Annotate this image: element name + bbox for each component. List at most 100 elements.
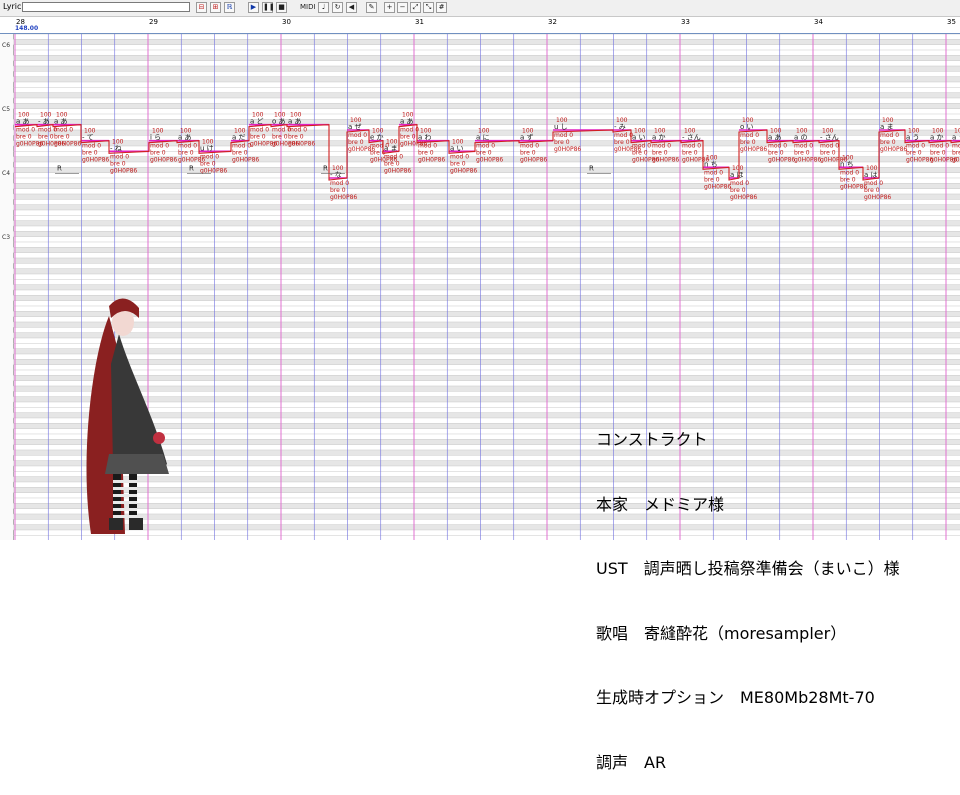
note-param: mod 0 (768, 143, 787, 150)
note-param: bre 0 (476, 150, 492, 157)
note-lyric: a に (476, 134, 490, 142)
credit-ust: UST 調声晒し投稿祭準備会（まいこ）様 (596, 559, 900, 578)
note-param: g0H0P86 (110, 167, 137, 174)
note-velocity: 100 (402, 112, 414, 119)
note-lyric: - み (614, 123, 626, 131)
note: a う100 mod 0bre 0g0H0P86 (951, 128, 960, 164)
midi-label: MIDI (300, 3, 316, 11)
note-param: g0H0P86 (418, 157, 445, 164)
character-stripe (113, 508, 137, 511)
note-param: bre 0 (880, 139, 896, 146)
zoom-out-icon[interactable]: − (397, 2, 408, 13)
note-lyric: a ま (384, 144, 398, 152)
note-param: mod 0 (614, 132, 633, 139)
loop-icon[interactable]: ↻ (332, 2, 343, 13)
note-velocity: 100 (420, 128, 432, 135)
note-lyric: a ど (250, 118, 264, 126)
note-param: g0H0P86 (864, 194, 891, 201)
note-velocity: 100 (290, 112, 302, 119)
note-velocity: 100 (350, 117, 362, 124)
note-param: g0H0P86 (232, 157, 259, 164)
black-key-row (13, 55, 960, 61)
note-param: bre 0 (200, 160, 216, 167)
split-note-icon[interactable]: ⊞ (210, 2, 221, 13)
note-param: g0H0P86 (880, 146, 907, 153)
note-param: bre 0 (652, 150, 668, 157)
octave-label: C3 (2, 233, 11, 241)
zoom-fit-icon[interactable]: ⤢ (410, 2, 421, 13)
stop-icon[interactable]: ■ (276, 2, 287, 13)
note-param: bre 0 (840, 176, 856, 183)
note-param: bre 0 (520, 150, 536, 157)
credit-options: 生成時オプション ME80Mb28Mt-70 (596, 688, 875, 707)
note-param: mod 0 (840, 169, 859, 176)
note-param: bre 0 (768, 150, 784, 157)
note-velocity: 100 (616, 117, 628, 124)
note-param: mod 0 (384, 153, 403, 160)
note-param: g0H0P86 (652, 157, 679, 164)
black-key-row (13, 103, 960, 109)
note-param: bre 0 (952, 150, 960, 157)
note-param: bre 0 (450, 160, 466, 167)
note-lyric: n ち (840, 160, 854, 168)
note-lyric: - て (82, 134, 94, 142)
note-velocity: 100 (152, 128, 164, 135)
lyric-edit-icon[interactable]: ℝ (224, 2, 235, 13)
character-boot-left (109, 518, 123, 530)
black-key-row (13, 332, 960, 338)
pause-icon[interactable]: ❚❚ (262, 2, 275, 13)
note-velocity: 100 (522, 128, 534, 135)
piano-keyboard[interactable]: C6 C5 C4 C3 (0, 34, 14, 540)
note-param: g0H0P86 (82, 157, 109, 164)
metronome-icon[interactable]: ♩ (318, 2, 329, 13)
character-stripe (113, 480, 137, 483)
note-param: g0H0P86 (704, 183, 731, 190)
measure-ruler[interactable]: 28 29 30 31 32 33 34 35 148.00 (0, 17, 960, 34)
rest-note: R (589, 165, 594, 173)
note-param: bre 0 (178, 150, 194, 157)
toolbar: Lyric ⊟ ⊞ ℝ ▶ ❚❚ ■ MIDI ♩ ↻ ◀ ✎ + − ⤢ ⤡ … (0, 0, 960, 17)
note-param: bre 0 (288, 134, 304, 141)
note-lyric: u け (200, 144, 214, 152)
note-param: mod 0 (110, 153, 129, 160)
note-velocity: 100 (386, 138, 398, 145)
black-key-row (13, 311, 960, 317)
note-param: mod 0 (232, 143, 251, 150)
zoom-reset-icon[interactable]: ⤡ (423, 2, 434, 13)
note-param: bre 0 (16, 134, 32, 141)
note-param: g0H0P86 (520, 157, 547, 164)
note-param: g0H0P86 (768, 157, 795, 164)
note-velocity: 100 (932, 128, 944, 135)
black-key-row (13, 183, 960, 189)
note-lyric: o あ (272, 118, 286, 126)
note-param: g0H0P86 (952, 157, 960, 164)
note-param: bre 0 (740, 139, 756, 146)
credit-original: 本家 メドミア様 (596, 494, 725, 514)
speaker-icon[interactable]: ◀ (346, 2, 357, 13)
note-param: mod 0 (150, 143, 169, 150)
note-lyric: n ち (704, 160, 718, 168)
note-param: bre 0 (730, 187, 746, 194)
insert-note-icon[interactable]: ⊟ (196, 2, 207, 13)
note-velocity: 100 (882, 117, 894, 124)
play-icon[interactable]: ▶ (248, 2, 259, 13)
note-lyric: a か (652, 134, 666, 142)
pencil-icon[interactable]: ✎ (366, 2, 377, 13)
note-param: g0H0P86 (450, 167, 477, 174)
note-param: bre 0 (348, 139, 364, 146)
note-param: mod 0 (730, 180, 749, 187)
note-param: bre 0 (682, 150, 698, 157)
grid-icon[interactable]: # (436, 2, 447, 13)
black-key-row (13, 348, 960, 354)
note-param: bre 0 (232, 150, 248, 157)
measure-number: 31 (415, 18, 424, 26)
character-boot-right (129, 518, 143, 530)
note-param: bre 0 (418, 150, 434, 157)
note-velocity: 100 (842, 154, 854, 161)
character-doll (153, 432, 165, 444)
note-lyric: a い (632, 134, 646, 142)
lyric-input[interactable] (22, 2, 190, 12)
zoom-in-icon[interactable]: + (384, 2, 395, 13)
note: a あ100 mod 0bre 0g0H0P86 (53, 112, 81, 148)
note-velocity: 100 (742, 117, 754, 124)
